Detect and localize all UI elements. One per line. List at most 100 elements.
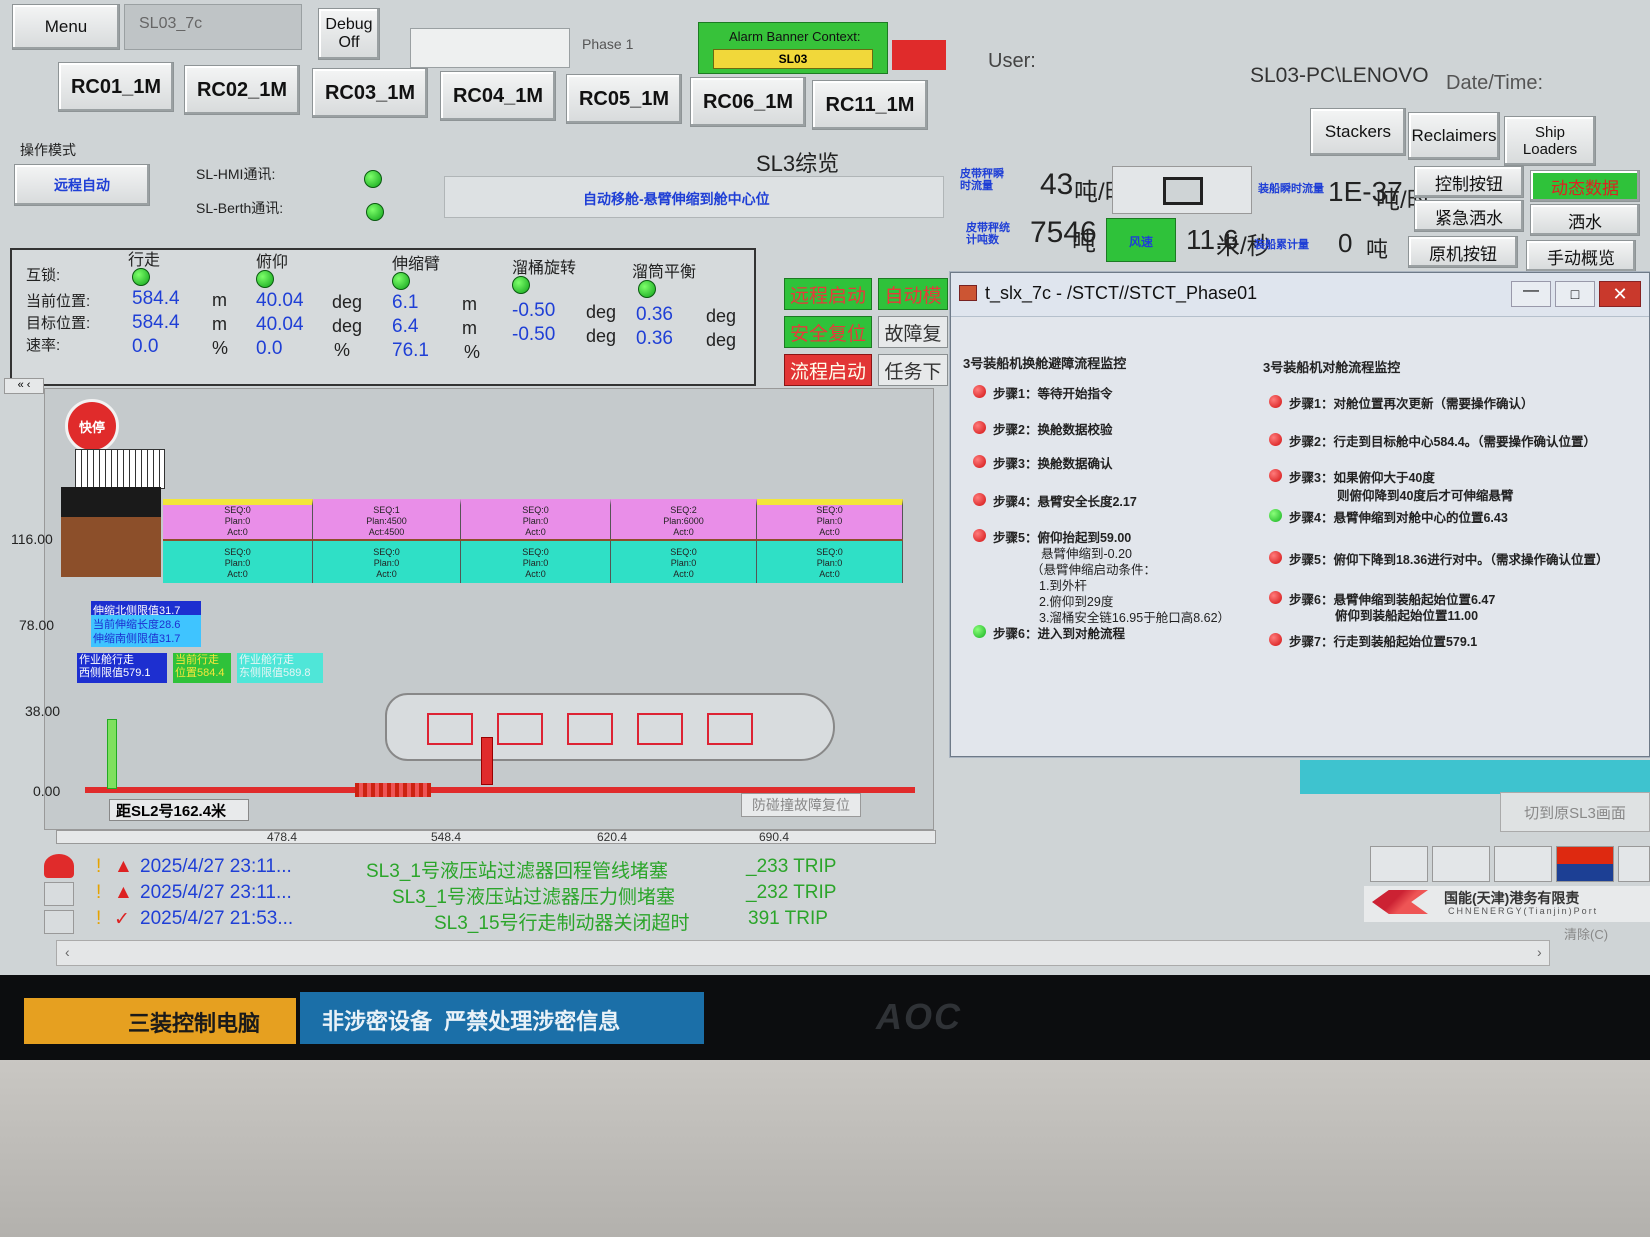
right-step-1-status-led (1269, 395, 1282, 408)
alarm-code[interactable]: 391 TRIP (748, 908, 828, 930)
maximize-button[interactable]: □ (1555, 281, 1595, 307)
close-button[interactable]: ✕ (1599, 281, 1641, 307)
col-chute-balance: 溜筒平衡 (632, 264, 697, 281)
dynamic-data-button[interactable]: 动态数据 (1530, 170, 1640, 202)
stackers-button[interactable]: Stackers (1310, 108, 1406, 156)
rc-tab-3[interactable]: RC03_1M (312, 68, 428, 118)
hold-bottom-plan: Plan:0 (670, 558, 697, 568)
alarm-banner-value[interactable]: SL03 (713, 49, 873, 69)
dialog-titlebar[interactable]: t_slx_7c - /STCT//STCT_Phase01 — □ ✕ (951, 273, 1649, 317)
station-field: SL03_7c (124, 4, 302, 50)
alarm-time[interactable]: 2025/4/27 21:53... (140, 908, 293, 930)
cloud-icon[interactable] (1370, 846, 1428, 882)
left-step-1: 步骤1：等待开始指令 (993, 387, 1113, 401)
hold-top-3[interactable]: SEQ:0 Plan:0 Act:0 (461, 499, 611, 539)
travel-unit: m (212, 290, 227, 310)
mode-remote-auto-button[interactable]: 远程自动 (14, 164, 150, 206)
alarm-ack-icon[interactable] (44, 882, 74, 906)
remote-start-button[interactable]: 远程启动 (784, 278, 872, 310)
bottom-scrollbar[interactable]: ‹ › (56, 940, 1550, 966)
y-tick-116: 116.00 (11, 531, 53, 547)
task-issue-button[interactable]: 任务下 (878, 354, 948, 386)
hold-top-1[interactable]: SEQ:0 Plan:0 Act:0 (163, 499, 313, 539)
aoc-brand-logo: AOC (876, 996, 962, 1037)
left-step-2: 步骤2：换舱数据校验 (993, 423, 1113, 437)
reclaimers-button[interactable]: Reclaimers (1408, 112, 1500, 160)
debug-toggle-button[interactable]: Debug Off (318, 8, 380, 60)
fault-reset-button[interactable]: 故障复 (878, 316, 948, 348)
wrench-icon[interactable] (1432, 846, 1490, 882)
chute-indicator (1112, 166, 1252, 214)
alarm-time[interactable]: 2025/4/27 23:11... (140, 856, 292, 878)
left-step-3-status-led (973, 455, 986, 468)
rc-tab-4[interactable]: RC04_1M (440, 71, 556, 121)
neighbor-loader (107, 719, 117, 789)
left-step-5-status-led (973, 529, 986, 542)
safe-reset-button[interactable]: 安全复位 (784, 316, 872, 348)
rc-tab-7[interactable]: RC11_1M (812, 80, 928, 130)
col-telescope: 伸缩臂 (392, 256, 441, 273)
rc-tab-2[interactable]: RC02_1M (184, 65, 300, 115)
hold-bottom-4[interactable]: SEQ:0 Plan:0 Act:0 (611, 541, 757, 583)
original-buttons-button[interactable]: 原机按钮 (1408, 236, 1518, 268)
emergency-stop-button[interactable]: 快停 (65, 399, 119, 453)
minimize-button[interactable]: — (1511, 281, 1551, 307)
alarm-filter-icon[interactable] (44, 910, 74, 934)
control-buttons-button[interactable]: 控制按钮 (1414, 166, 1524, 198)
rc-tab-6[interactable]: RC06_1M (690, 77, 806, 127)
station-label: SL03_7c (139, 15, 203, 32)
x-tick-3: 620.4 (597, 830, 628, 844)
alarm-time[interactable]: 2025/4/27 23:11... (140, 882, 292, 904)
interlock-led-travel (132, 268, 150, 286)
language-flag-icon[interactable] (1556, 846, 1614, 882)
emergency-spray-button[interactable]: 紧急洒水 (1414, 200, 1524, 232)
alarm-message[interactable]: SL3_15号行走制动器关闭超时 (434, 908, 690, 935)
interlock-led-telescope (392, 272, 410, 290)
alarm-message[interactable]: SL3_1号液压站过滤器回程管线堵塞 (366, 856, 668, 883)
switch-to-original-button[interactable]: 切到原SL3画面 (1500, 792, 1650, 832)
rc-tab-5[interactable]: RC05_1M (566, 74, 682, 124)
blank-input[interactable] (410, 28, 570, 68)
hold-top-plan: Plan:0 (816, 516, 843, 526)
alarm-code[interactable]: _233 TRIP (746, 856, 836, 878)
hold-bottom-1[interactable]: SEQ:0 Plan:0 Act:0 (163, 541, 313, 583)
manual-overview-button[interactable]: 手动概览 (1526, 240, 1636, 272)
right-step-7-status-led (1269, 633, 1282, 646)
ship-view-scrollbar[interactable]: 478.4 548.4 620.4 690.4 (56, 830, 936, 844)
left-step-2-status-led (973, 421, 986, 434)
flow-start-button[interactable]: 流程启动 (784, 354, 872, 386)
current-travel-line1: 当前行走 (175, 654, 219, 666)
alarm-bell-icon[interactable] (44, 854, 74, 878)
hold-top-2[interactable]: SEQ:1 Plan:4500 Act:4500 (313, 499, 461, 539)
monitor-bezel: Menu SL03_7c Debug Off Phase 1 Alarm Ban… (0, 0, 1650, 1060)
scroll-right-arrow-icon[interactable]: › (1537, 944, 1542, 960)
hold-bottom-2[interactable]: SEQ:0 Plan:0 Act:0 (313, 541, 461, 583)
travel-target: 584.4 (132, 312, 180, 333)
motion-status-panel: 互锁: 当前位置: 目标位置: 速率: 行走 584.4 584.4 0.0 m… (10, 248, 756, 386)
printer-icon[interactable] (1494, 846, 1552, 882)
user-value: SL03-PC\LENOVO (1250, 64, 1429, 87)
scroll-left-arrow-icon[interactable]: ‹ (65, 944, 70, 960)
alarm-code[interactable]: _232 TRIP (746, 882, 836, 904)
left-step-4-status-led (973, 493, 986, 506)
anti-collision-reset-button[interactable]: 防碰撞故障复位 (741, 793, 861, 817)
interlock-led-chute-rotate (512, 276, 530, 294)
spray-button[interactable]: 洒水 (1530, 204, 1640, 236)
hold-bottom-5[interactable]: SEQ:0 Plan:0 Act:0 (757, 541, 903, 583)
hold-top-4[interactable]: SEQ:2 Plan:6000 Act:0 (611, 499, 757, 539)
rc-tab-1[interactable]: RC01_1M (58, 62, 174, 112)
alarm-message[interactable]: SL3_1号液压站过滤器压力侧堵塞 (392, 882, 675, 909)
ship-loaders-button[interactable]: Ship Loaders (1504, 116, 1596, 166)
menu-button[interactable]: Menu (12, 4, 120, 50)
hold-top-5[interactable]: SEQ:0 Plan:0 Act:0 (757, 499, 903, 539)
sticker-yellow: 三装控制电脑 (24, 998, 296, 1044)
berth-comm-led (366, 203, 384, 221)
auto-mode-button[interactable]: 自动模 (878, 278, 948, 310)
scroll-left-buttons[interactable]: « ‹ (4, 378, 44, 394)
ship-view-panel: 快停 SEQ:0 Plan:0 Act:0 SEQ:0 Plan:0 Act:0 SEQ:1… (11, 388, 934, 830)
x-tick-4: 690.4 (759, 830, 790, 844)
hold-top-seq: SEQ:0 (522, 505, 549, 515)
hold-bottom-3[interactable]: SEQ:0 Plan:0 Act:0 (461, 541, 611, 583)
user-icon[interactable] (1618, 846, 1650, 882)
col-chute-rotate: 溜桶旋转 (512, 260, 577, 277)
